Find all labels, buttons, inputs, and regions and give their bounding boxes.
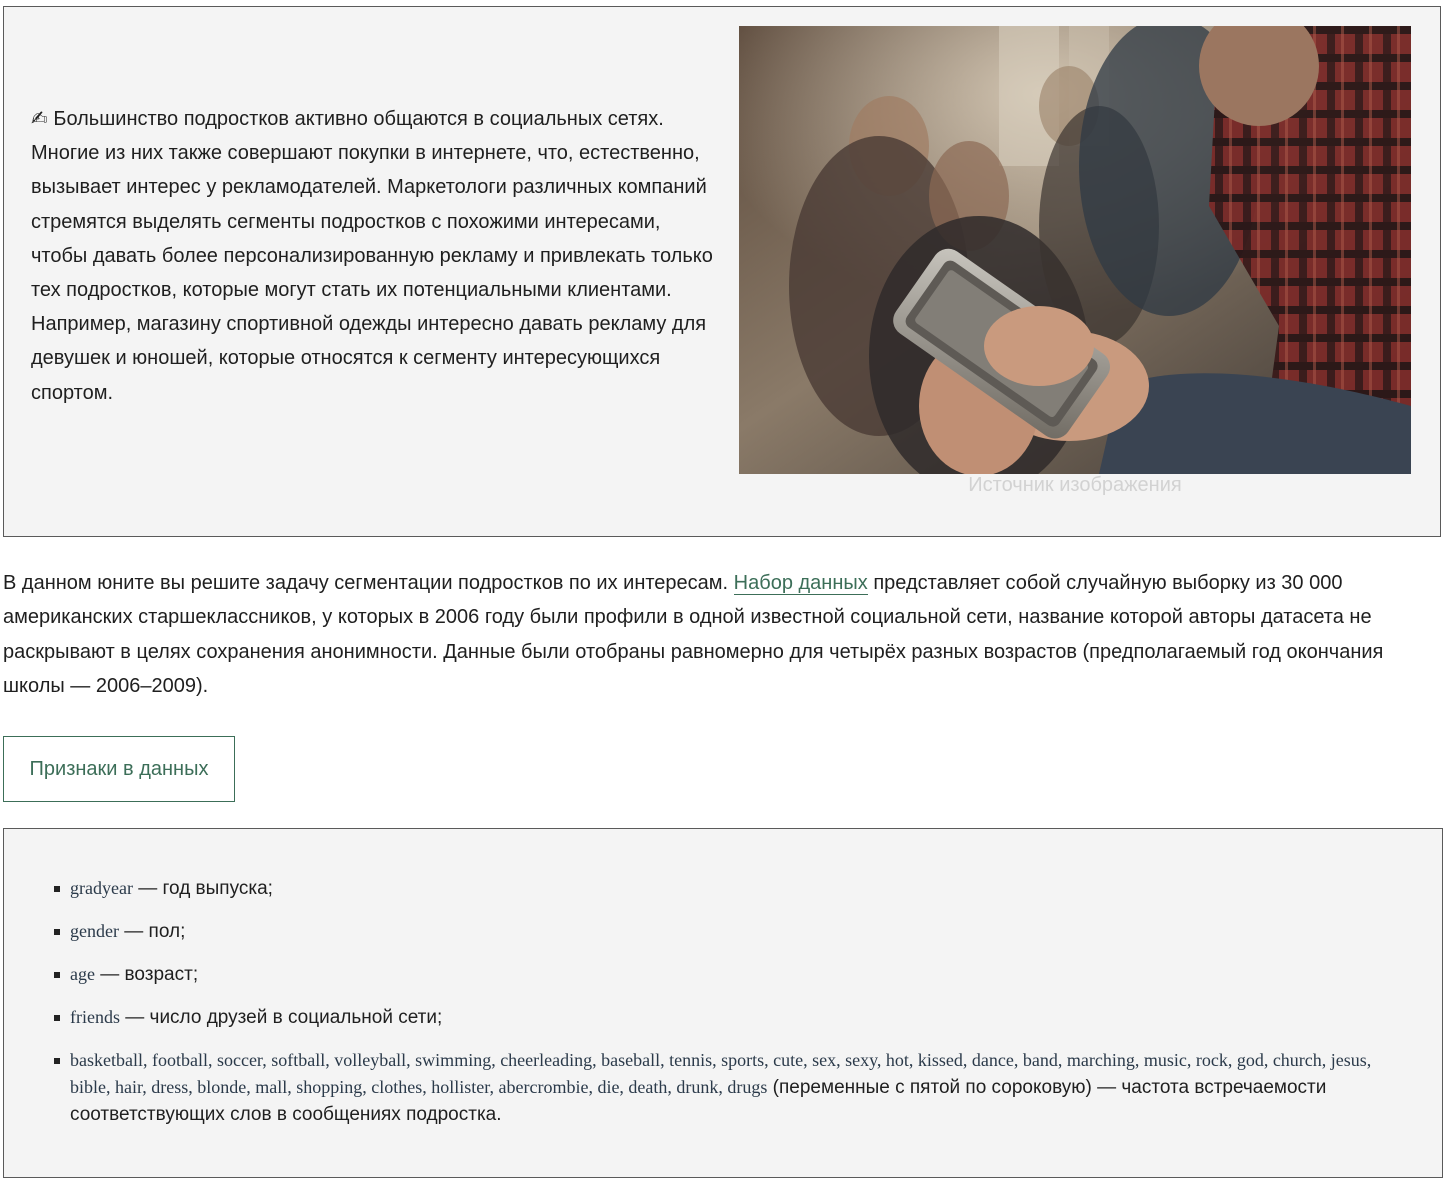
intro-text-block: ✍ Большинство подростков активно общаютс… [31, 102, 721, 410]
feature-description: — возраст; [94, 964, 199, 985]
feature-description: — год выпуска; [132, 878, 273, 899]
dataset-link[interactable]: Набор данных [733, 572, 868, 595]
image-source-caption[interactable]: Источник изображения [739, 474, 1411, 497]
list-item: friends — число друзей в социальной сети… [54, 1004, 1414, 1031]
list-item: gradyear — год выпуска; [54, 875, 1414, 902]
list-item: basketball, football, soccer, softball, … [54, 1047, 1414, 1128]
intro-text: Большинство подростков активно общаются … [31, 108, 713, 404]
feature-name: gender [70, 921, 119, 941]
unit-description: В данном юните вы решите задачу сегмента… [3, 566, 1433, 704]
list-item: gender — пол; [54, 918, 1414, 945]
bullet-icon [54, 1058, 60, 1064]
bullet-icon [54, 1015, 60, 1021]
writing-hand-icon: ✍ [31, 108, 48, 130]
teens-phone-photo [739, 26, 1411, 474]
paragraph-text-start: В данном юните вы решите задачу сегмента… [3, 572, 734, 594]
feature-description: — число друзей в социальной сети; [119, 1007, 443, 1028]
feature-name: gradyear [70, 878, 133, 898]
features-list: gradyear — год выпуска; gender — пол; ag… [54, 875, 1414, 1144]
features-toggle-button[interactable]: Признаки в данных [3, 736, 235, 802]
bullet-icon [54, 886, 60, 892]
feature-name: friends [70, 1007, 120, 1027]
bullet-icon [54, 972, 60, 978]
feature-description: — пол; [118, 921, 186, 942]
list-item: age — возраст; [54, 961, 1414, 988]
feature-name: age [70, 964, 95, 984]
bullet-icon [54, 929, 60, 935]
features-panel: gradyear — год выпуска; gender — пол; ag… [3, 828, 1443, 1178]
